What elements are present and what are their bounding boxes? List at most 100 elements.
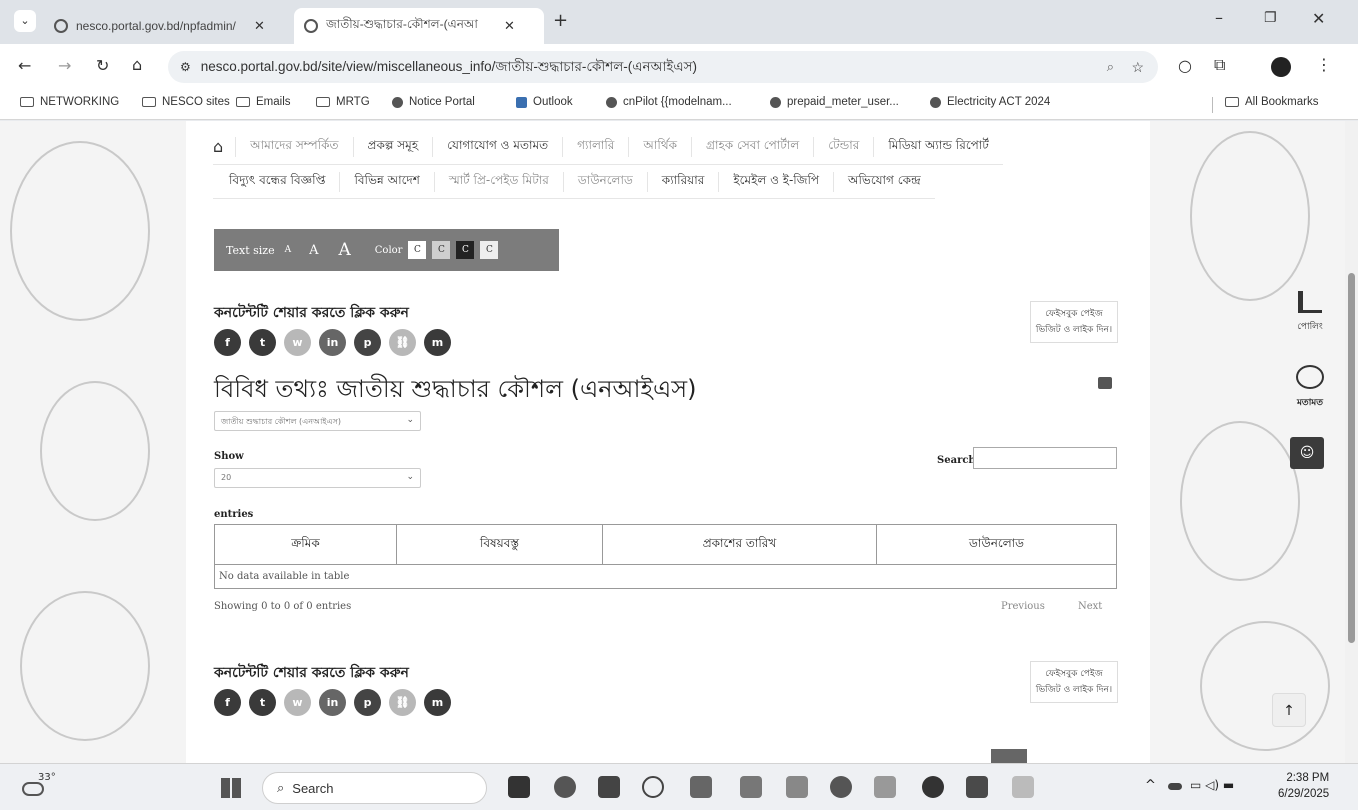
facebook-page-box[interactable]: ফেইসবুক পেইজ ভিজিট ও লাইক দিন। (1030, 301, 1118, 343)
nav-finance[interactable]: আর্থিক (628, 136, 691, 157)
reload-icon[interactable]: ↻ (96, 56, 109, 75)
previous-page-button[interactable]: Previous (1001, 601, 1045, 612)
text-size-medium-button[interactable]: A (309, 243, 318, 258)
start-button-icon[interactable] (221, 778, 241, 798)
table-search-input[interactable] (973, 447, 1117, 469)
whatsapp-share-icon[interactable]: w (284, 689, 311, 716)
bookmark-star-icon[interactable]: ☆ (1131, 59, 1144, 76)
facebook-page-box[interactable]: ফেইসবুক পেইজ ভিজিট ও লাইক দিন। (1030, 661, 1118, 703)
more-menu-icon[interactable]: ⋮ (1316, 55, 1332, 74)
nav-prepaid-meter[interactable]: স্মার্ট প্রি-পেইড মিটার (433, 171, 563, 192)
forward-arrow-icon[interactable]: → (58, 56, 71, 75)
column-header-serial[interactable]: ক্রমিক (214, 524, 397, 565)
accessibility-icon[interactable]: ☺ (1290, 437, 1324, 469)
task-view-icon[interactable] (508, 776, 530, 798)
site-settings-icon[interactable]: ⚙ (180, 60, 191, 74)
network-app-icon[interactable] (740, 776, 762, 798)
bookmark-notice-portal[interactable]: Notice Portal (392, 96, 475, 108)
close-tab-icon[interactable]: ✕ (504, 19, 515, 34)
nav-career[interactable]: ক্যারিয়ার (646, 171, 719, 192)
home-icon[interactable]: ⌂ (132, 55, 142, 74)
scrollbar-thumb[interactable] (1348, 273, 1355, 643)
poll-widget[interactable]: পোলিং (1290, 291, 1330, 334)
bookmark-nesco-sites[interactable]: NESCO sites (142, 96, 230, 108)
chrome-app-icon[interactable] (554, 776, 576, 798)
onedrive-icon[interactable] (1168, 783, 1182, 790)
nav-email-egp[interactable]: ইমেইল ও ই-জিপি (718, 171, 833, 192)
color-gray-button[interactable]: C (432, 241, 451, 259)
entries-per-page-select[interactable]: 20 ⌄ (214, 468, 421, 488)
whatsapp-share-icon[interactable]: w (284, 329, 311, 356)
bookmark-emails[interactable]: Emails (236, 96, 291, 108)
color-black-button[interactable]: C (456, 241, 475, 259)
nav-media-report[interactable]: মিডিয়া অ্যান্ড রিপোর্ট (873, 136, 1003, 157)
column-header-download[interactable]: ডাউনলোড (876, 524, 1117, 565)
category-select[interactable]: জাতীয় শুদ্ধাচার কৌশল (এনআইএস) ⌄ (214, 411, 421, 431)
nav-complaint[interactable]: অভিযোগ কেন্দ্র (833, 171, 935, 192)
close-window-icon[interactable]: ✕ (1312, 9, 1325, 28)
extension-circle-icon[interactable]: ○ (1178, 56, 1192, 75)
minimize-window-icon[interactable]: – (1215, 8, 1223, 27)
restore-window-icon[interactable]: ❐ (1264, 10, 1277, 26)
clock[interactable]: 2:38 PM 6/29/2025 (1278, 770, 1329, 802)
copy-link-icon[interactable]: ⛓ (389, 689, 416, 716)
app-icon[interactable] (830, 776, 852, 798)
whatsapp-app-icon[interactable] (642, 776, 664, 798)
nav-about[interactable]: আমাদের সম্পর্কিত (235, 136, 352, 157)
bookmark-outlook[interactable]: Outlook (516, 96, 573, 108)
file-explorer-icon[interactable] (598, 776, 620, 798)
nav-outage-notice[interactable]: বিদ্যুৎ বন্ধের বিজ্ঞপ্তি (213, 172, 339, 192)
browser-tab-inactive[interactable]: nesco.portal.gov.bd/npfadmin/ ✕ (44, 8, 289, 44)
twitter-share-icon[interactable]: t (249, 329, 276, 356)
new-tab-icon[interactable]: + (553, 10, 568, 31)
address-bar[interactable]: ⚙ nesco.portal.gov.bd/site/view/miscella… (168, 51, 1158, 83)
extensions-puzzle-icon[interactable]: ⧉ (1214, 55, 1225, 75)
back-arrow-icon[interactable]: ← (18, 56, 31, 75)
nav-contact[interactable]: যোগাযোগ ও মতামত (432, 136, 562, 157)
taskbar-search[interactable]: ⌕ Search (262, 772, 487, 804)
bookmark-networking[interactable]: NETWORKING (20, 96, 119, 108)
profile-avatar[interactable] (1271, 57, 1291, 77)
twitter-share-icon[interactable]: t (249, 689, 276, 716)
home-icon[interactable]: ⌂ (213, 137, 235, 156)
messenger-share-icon[interactable]: m (424, 329, 451, 356)
text-size-large-button[interactable]: A (338, 240, 350, 260)
pinterest-share-icon[interactable]: p (354, 689, 381, 716)
tab-list-chevron-icon[interactable]: ⌄ (14, 10, 36, 32)
app-icon[interactable] (874, 776, 896, 798)
word-app-icon[interactable] (966, 776, 988, 798)
nav-download[interactable]: ডাউনলোড (562, 171, 647, 192)
facebook-share-icon[interactable]: f (214, 689, 241, 716)
nav-gallery[interactable]: গ্যালারি (562, 136, 628, 157)
color-white-button[interactable]: C (408, 241, 427, 259)
linkedin-share-icon[interactable]: in (319, 689, 346, 716)
nav-orders[interactable]: বিভিন্ন আদেশ (339, 171, 433, 192)
zoom-icon[interactable]: ⌕ (1107, 59, 1114, 75)
bookmark-cnpilot[interactable]: cnPilot {{modelnam... (606, 96, 732, 108)
all-bookmarks[interactable]: All Bookmarks (1225, 96, 1319, 108)
browser-app-icon[interactable] (922, 776, 944, 798)
nav-customer-portal[interactable]: গ্রাহক সেবা পোর্টাল (691, 136, 813, 157)
column-header-subject[interactable]: বিষয়বস্তু (396, 524, 603, 565)
browser-tab-active[interactable]: জাতীয়-শুদ্ধাচার-কৌশল-(এনআ ✕ (294, 8, 544, 44)
pinterest-share-icon[interactable]: p (354, 329, 381, 356)
nav-tender[interactable]: টেন্ডার (813, 136, 873, 157)
notepad-app-icon[interactable] (1012, 776, 1034, 798)
page-scrollbar[interactable] (1345, 121, 1358, 763)
network-speaker-battery-icons[interactable]: ▭ ◁) ▬ (1190, 778, 1234, 792)
copy-link-icon[interactable]: ⛓ (389, 329, 416, 356)
messenger-share-icon[interactable]: m (424, 689, 451, 716)
bookmark-electricity-act[interactable]: Electricity ACT 2024 (930, 96, 1050, 108)
tray-chevron-icon[interactable]: ^ (1145, 778, 1156, 793)
app-icon[interactable] (786, 776, 808, 798)
feedback-widget[interactable]: মতামত (1290, 365, 1330, 410)
linkedin-share-icon[interactable]: in (319, 329, 346, 356)
bookmark-mrtg[interactable]: MRTG (316, 96, 370, 108)
app-icon[interactable] (690, 776, 712, 798)
facebook-share-icon[interactable]: f (214, 329, 241, 356)
next-page-button[interactable]: Next (1078, 601, 1102, 612)
close-tab-icon[interactable]: ✕ (254, 19, 265, 34)
nav-projects[interactable]: প্রকল্প সমূহ (352, 136, 433, 157)
text-size-small-button[interactable]: A (285, 245, 292, 255)
bookmark-prepaid-meter[interactable]: prepaid_meter_user... (770, 96, 899, 108)
